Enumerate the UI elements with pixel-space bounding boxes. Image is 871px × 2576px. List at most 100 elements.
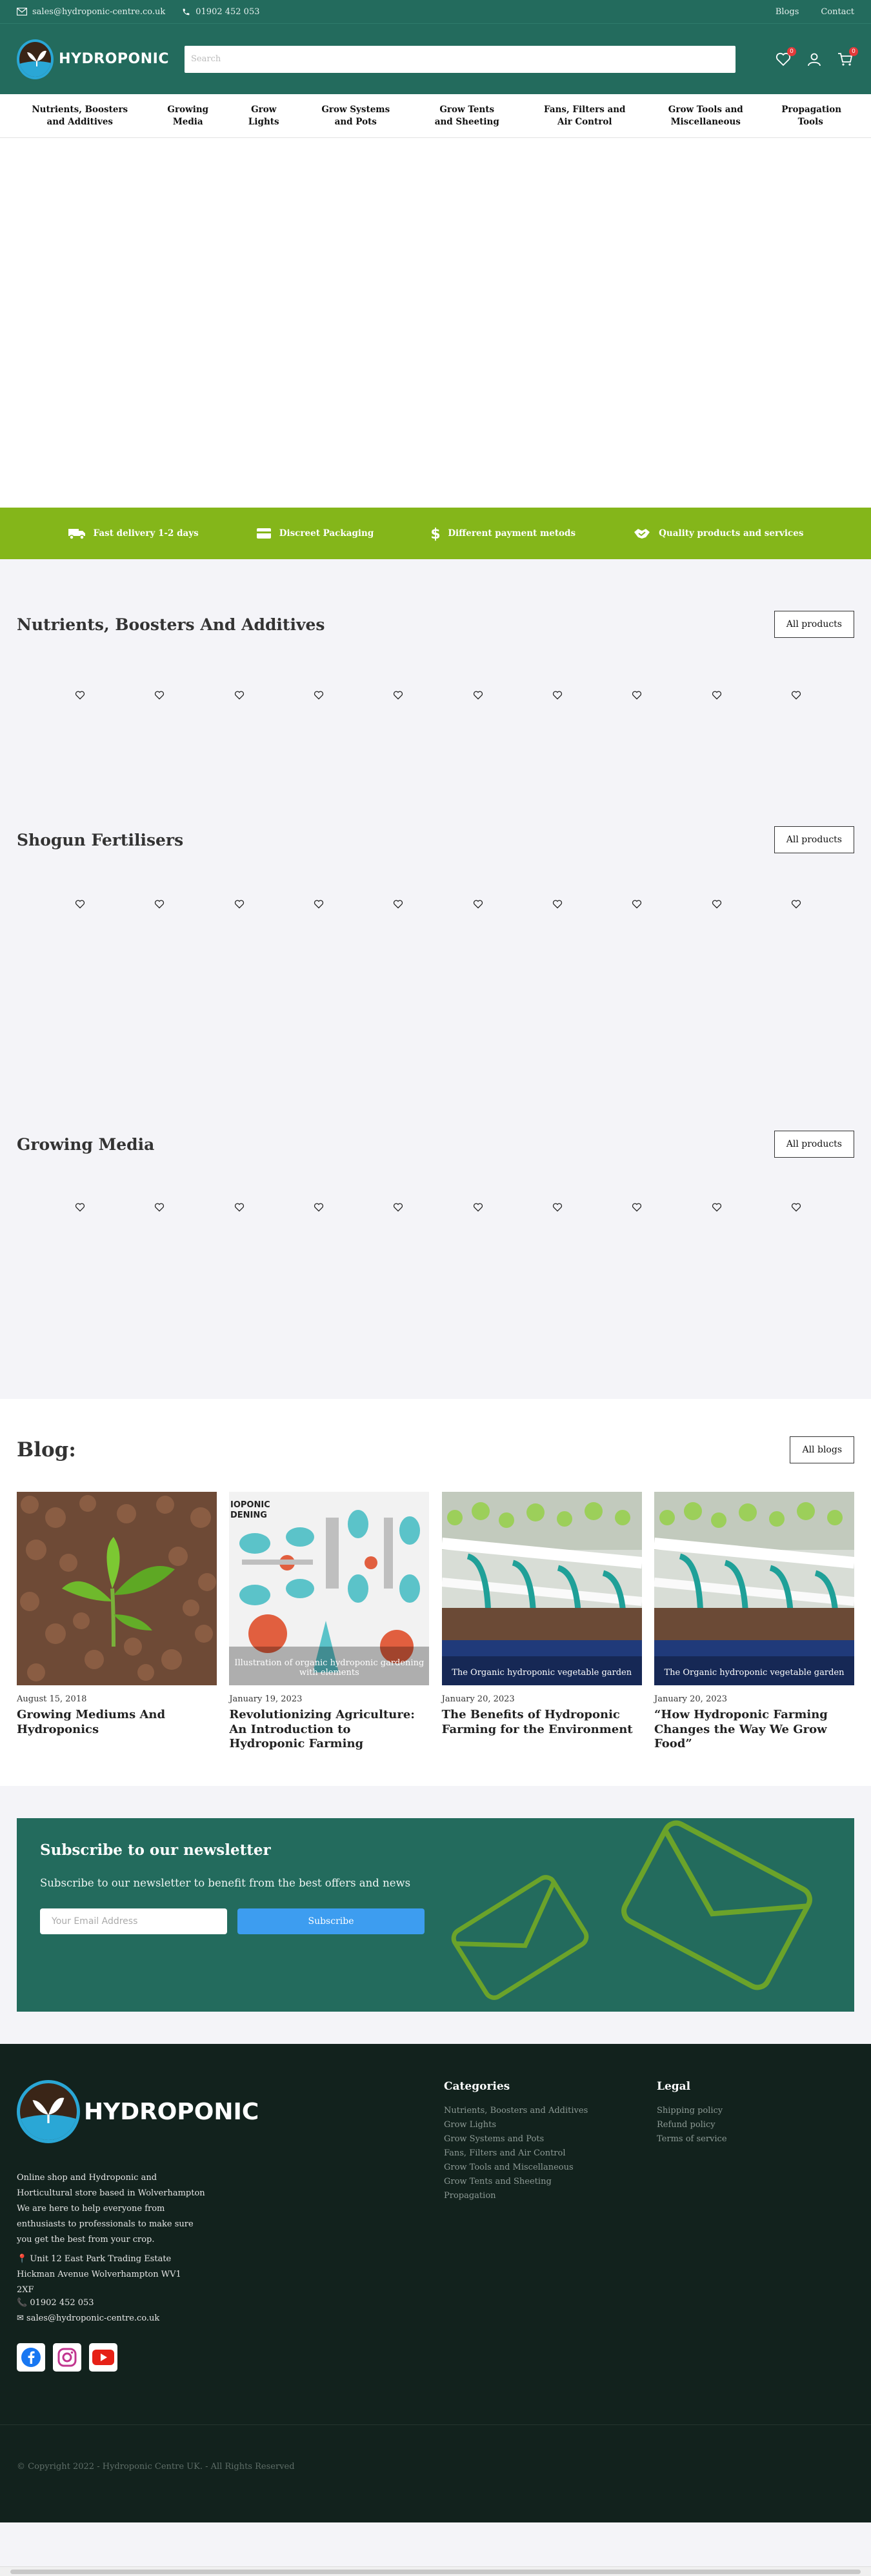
site-logo[interactable]: HYDROPONIC	[17, 39, 169, 79]
heart-icon[interactable]	[393, 691, 403, 700]
heart-icon[interactable]	[393, 900, 403, 909]
footer-link[interactable]: Propagation	[444, 2191, 588, 2201]
heart-icon[interactable]	[632, 900, 642, 909]
heart-icon[interactable]	[712, 900, 722, 909]
heart-icon[interactable]	[75, 900, 85, 909]
scrollbar-thumb[interactable]	[10, 2570, 861, 2574]
heart-icon[interactable]	[791, 1203, 801, 1212]
heart-icon[interactable]	[473, 691, 483, 700]
footer-phone[interactable]: 📞 01902 452 053	[17, 2298, 94, 2308]
top-link-contact[interactable]: Contact	[821, 7, 854, 17]
blog-post-title[interactable]: Revolutionizing Agriculture: An Introduc…	[229, 1708, 429, 1752]
blog-card[interactable]: IOPONIC DENING Illustration of organic h…	[229, 1492, 430, 1752]
heart-icon[interactable]	[154, 691, 165, 700]
heart-icon[interactable]	[75, 691, 85, 700]
search-placeholder: Search	[191, 54, 221, 64]
top-phone[interactable]: 01902 452 053	[182, 7, 260, 17]
blog-image-hydroponic-pipes[interactable]: The Organic hydroponic vegetable garden	[441, 1492, 642, 1685]
account-button[interactable]	[805, 50, 823, 68]
heart-icon[interactable]	[473, 900, 483, 909]
nav-item-growing-media[interactable]: Growing Media	[165, 104, 210, 127]
all-blogs-button[interactable]: All blogs	[790, 1436, 854, 1463]
footer-link[interactable]: Grow Tools and Miscellaneous	[444, 2163, 588, 2172]
heart-icon[interactable]	[314, 691, 324, 700]
heart-icon[interactable]	[552, 691, 563, 700]
footer: HYDROPONIC Online shop and Hydroponic an…	[0, 2044, 871, 2522]
heart-icon[interactable]	[234, 1203, 245, 1212]
heart-icon[interactable]	[791, 691, 801, 700]
heart-icon[interactable]	[393, 1203, 403, 1212]
blog-card[interactable]: The Organic hydroponic vegetable garden …	[441, 1492, 642, 1752]
heart-icon[interactable]	[154, 1203, 165, 1212]
instagram-icon[interactable]	[53, 2343, 81, 2372]
footer-link[interactable]: Refund policy	[657, 2120, 727, 2130]
heart-icon[interactable]	[75, 1203, 85, 1212]
blog-image-illustration[interactable]: IOPONIC DENING Illustration of organic h…	[229, 1492, 430, 1685]
blog-date: August 15, 2018	[17, 1694, 87, 1704]
blog-image-hydroponic-pipes[interactable]: The Organic hydroponic vegetable garden	[654, 1492, 854, 1685]
nav-item-propagation[interactable]: Propagation Tools	[781, 104, 841, 127]
blog-post-title[interactable]: Growing Mediums And Hydroponics	[17, 1708, 217, 1737]
phone-icon	[183, 8, 190, 15]
footer-link[interactable]: Fans, Filters and Air Control	[444, 2148, 588, 2158]
blog-post-title[interactable]: The Benefits of Hydroponic Farming for t…	[442, 1708, 642, 1737]
footer-link[interactable]: Terms of service	[657, 2134, 727, 2144]
heart-icon[interactable]	[552, 1203, 563, 1212]
search-input[interactable]: Search	[185, 45, 736, 73]
horizontal-scrollbar[interactable]	[0, 2566, 871, 2576]
heart-icon[interactable]	[154, 900, 165, 909]
wishlist-badge: 0	[787, 46, 796, 56]
heart-icon[interactable]	[473, 1203, 483, 1212]
all-products-button[interactable]: All products	[774, 611, 854, 638]
feature-packaging: Discreet Packaging	[256, 527, 374, 540]
newsletter-email-input[interactable]: Your Email Address	[40, 1908, 227, 1934]
cart-button[interactable]: 0	[836, 46, 858, 68]
product-wishlist-row	[0, 1203, 871, 1212]
nav-item-fans-filters[interactable]: Fans, Filters and Air Control	[539, 104, 630, 127]
heart-icon[interactable]	[234, 691, 245, 700]
all-products-button[interactable]: All products	[774, 826, 854, 853]
footer-link[interactable]: Grow Systems and Pots	[444, 2134, 588, 2144]
handshake-icon	[634, 529, 650, 539]
footer-email[interactable]: ✉ sales@hydroponic-centre.co.uk	[17, 2313, 159, 2323]
feature-payment: $ Different payment metods	[431, 526, 576, 541]
footer-link[interactable]: Grow Tents and Sheeting	[444, 2177, 588, 2186]
blog-card[interactable]: The Organic hydroponic vegetable garden …	[654, 1492, 854, 1752]
blog-post-title[interactable]: “How Hydroponic Farming Changes the Way …	[654, 1708, 854, 1752]
heart-icon[interactable]	[234, 900, 245, 909]
heart-icon[interactable]	[314, 1203, 324, 1212]
nav-item-grow-tools[interactable]: Grow Tools and Miscellaneous	[667, 104, 745, 127]
heart-icon[interactable]	[712, 1203, 722, 1212]
heart-icon[interactable]	[314, 900, 324, 909]
blog-card[interactable]: August 15, 2018 Growing Mediums And Hydr…	[17, 1492, 217, 1752]
wishlist-button[interactable]: 0	[774, 46, 796, 68]
heart-icon[interactable]	[632, 1203, 642, 1212]
heart-icon[interactable]	[632, 691, 642, 700]
blog-image-seedling[interactable]	[17, 1492, 217, 1685]
youtube-icon[interactable]	[89, 2343, 117, 2372]
footer-email-text: sales@hydroponic-centre.co.uk	[26, 2313, 160, 2323]
nav-item-grow-tents[interactable]: Grow Tents and Sheeting	[432, 104, 503, 127]
feature-delivery-label: Fast delivery 1-2 days	[93, 528, 199, 539]
nav-item-nutrients[interactable]: Nutrients, Boosters and Additives	[32, 104, 128, 127]
footer-link[interactable]: Nutrients, Boosters and Additives	[444, 2106, 588, 2115]
top-link-blogs[interactable]: Blogs	[776, 7, 799, 17]
features-bar: Fast delivery 1-2 days Discreet Packagin…	[0, 508, 871, 559]
nav-item-grow-lights[interactable]: Grow Lights	[248, 104, 280, 127]
footer-phone-text: 01902 452 053	[30, 2298, 94, 2308]
nav-item-grow-systems[interactable]: Grow Systems and Pots	[317, 104, 394, 127]
heart-icon[interactable]	[791, 900, 801, 909]
heart-icon[interactable]	[552, 900, 563, 909]
section-title: Nutrients, Boosters And Additives	[17, 615, 325, 634]
heart-icon[interactable]	[712, 691, 722, 700]
top-email[interactable]: sales@hydroponic-centre.co.uk	[17, 7, 165, 17]
footer-logo[interactable]: HYDROPONIC	[17, 2080, 259, 2143]
all-products-button[interactable]: All products	[774, 1131, 854, 1158]
footer-link[interactable]: Grow Lights	[444, 2120, 588, 2130]
facebook-icon[interactable]	[17, 2343, 45, 2372]
footer-logo-text: HYDROPONIC	[84, 2098, 259, 2125]
subscribe-button[interactable]: Subscribe	[237, 1908, 425, 1934]
footer-link[interactable]: Shipping policy	[657, 2106, 727, 2115]
logo-text: HYDROPONIC	[59, 51, 169, 67]
blog-title: Blog:	[17, 1438, 76, 1461]
